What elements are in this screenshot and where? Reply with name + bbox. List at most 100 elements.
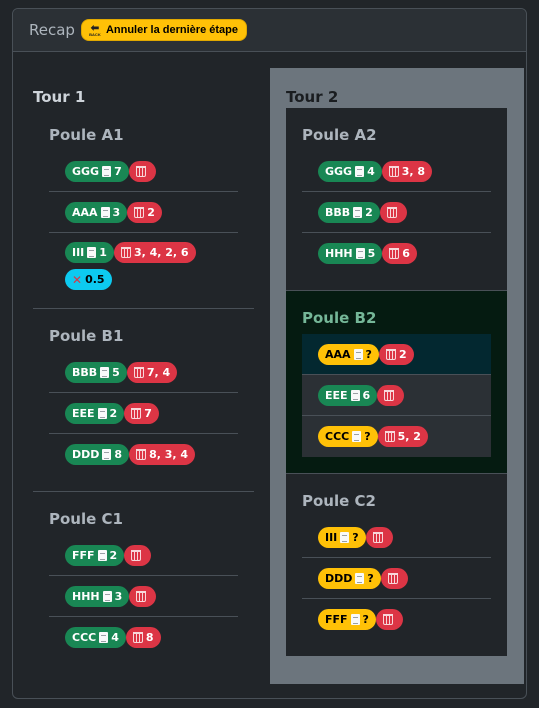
trash-bin-icon [133, 366, 144, 378]
sheet-icon [355, 165, 365, 177]
trash-badge [375, 609, 403, 630]
team-row[interactable]: BBB 5 7, 4 [49, 352, 238, 393]
sheet-icon [355, 572, 365, 584]
sheet-icon [353, 348, 363, 360]
team-badge: HHH 5 [318, 243, 383, 264]
trash-badge: 3, 4, 2, 6 [113, 242, 196, 263]
team-row[interactable]: III 1 3, 4, 2, 6 ✕ 0.5 [49, 233, 238, 292]
trash-badge [124, 544, 152, 566]
trash-badge: 7 [124, 402, 159, 424]
team-row[interactable]: HHH 5 6 [302, 233, 491, 274]
team-badge: FFF? [318, 609, 376, 630]
poule-title: Poule C2 [302, 492, 376, 510]
tour-2-column: Tour 2 Poule A2 GGG 4 3, 8 BBB 2 HHH 5 6 Po… [286, 86, 507, 656]
team-row[interactable]: GGG 4 3, 8 [302, 151, 491, 192]
trash-bin-icon [388, 165, 399, 177]
trash-badge: 8 [125, 627, 161, 648]
team-badge: CCC? [318, 426, 378, 447]
trash-badge [380, 567, 408, 589]
sheet-icon [353, 206, 363, 218]
team-row[interactable]: III? [302, 517, 491, 558]
poule-b2: Poule B2 AAA? 2 EEE 6 CCC? 5, 2 [286, 291, 507, 474]
trash-badge [377, 384, 405, 406]
team-row[interactable]: CCC? 5, 2 [302, 416, 491, 457]
poule-a1: Poule A1 GGG 7 AAA 3 2 III 1 3, 4, 2, 6 ✕ 0.… [33, 108, 254, 309]
trash-badge: 3, 8 [381, 160, 433, 182]
trash-badge: 8, 3, 4 [129, 444, 196, 465]
team-badge: III 1 [65, 242, 114, 263]
team-badge: HHH 3 [65, 585, 130, 607]
trash-bin-icon [135, 165, 146, 177]
team-row[interactable]: GGG 7 [49, 151, 238, 192]
trash-badge: 2 [127, 201, 162, 223]
team-row[interactable]: EEE 2 7 [49, 393, 238, 434]
trash-bin-icon [120, 247, 131, 258]
team-badge: GGG 7 [65, 160, 129, 182]
poule-title: Poule C1 [49, 510, 123, 528]
trash-bin-icon [385, 348, 396, 360]
trash-bin-icon [384, 431, 395, 442]
trash-badge: 2 [378, 343, 414, 365]
trash-bin-icon [387, 572, 398, 584]
team-badge: AAA? [318, 343, 379, 365]
trash-bin-icon [132, 632, 143, 643]
team-row[interactable]: FFF? [302, 599, 491, 640]
tour-2-body: Poule A2 GGG 4 3, 8 BBB 2 HHH 5 6 Poule B2 … [286, 108, 507, 656]
cross-icon: ✕ [72, 272, 83, 287]
team-badge: DDD? [318, 567, 381, 589]
trash-badge: 7, 4 [126, 361, 178, 383]
recap-title: Recap [29, 21, 75, 39]
sheet-icon [100, 366, 110, 378]
sheet-icon [350, 614, 360, 625]
team-row[interactable]: BBB 2 [302, 192, 491, 233]
tour-1-column: Tour 1 Poule A1 GGG 7 AAA 3 2 III 1 3, 4, 2… [33, 86, 254, 674]
sheet-icon [102, 590, 112, 602]
trash-bin-icon [131, 549, 142, 561]
team-row[interactable]: DDD 8 8, 3, 4 [49, 434, 238, 475]
trash-bin-icon [386, 206, 397, 218]
team-badge: BBB 5 [65, 361, 127, 383]
poule-title: Poule A1 [49, 126, 124, 144]
trash-bin-icon [372, 531, 383, 543]
sheet-icon [97, 549, 107, 561]
trash-bin-icon [131, 407, 142, 419]
team-row[interactable]: EEE 6 [302, 375, 491, 416]
poule-b1: Poule B1 BBB 5 7, 4 EEE 2 7 DDD 8 8, 3, 4 [33, 309, 254, 492]
tour-1-title: Tour 1 [33, 88, 86, 106]
team-row[interactable]: HHH 3 [49, 576, 238, 617]
tour-2-title: Tour 2 [286, 88, 339, 106]
poule-c2: Poule C2 III? DDD? FFF? [286, 474, 507, 656]
sheet-icon [100, 206, 110, 218]
sheet-icon [355, 248, 365, 259]
team-row[interactable]: FFF 2 [49, 535, 238, 576]
undo-last-step-button[interactable]: ⬅ BACK Annuler la dernière étape [80, 19, 247, 41]
team-badge: III? [318, 526, 366, 548]
trash-badge [365, 526, 393, 548]
team-badge: CCC 4 [65, 627, 126, 648]
sheet-icon [87, 247, 97, 258]
poule-title: Poule B1 [49, 327, 124, 345]
trash-badge [129, 585, 157, 607]
sheet-icon [340, 531, 350, 543]
team-row[interactable]: AAA 3 2 [49, 192, 238, 233]
sheet-icon [350, 389, 360, 401]
team-row[interactable]: DDD? [302, 558, 491, 599]
recap-header: Recap ⬅ BACK Annuler la dernière étape [13, 9, 526, 52]
team-row[interactable]: AAA? 2 [302, 334, 491, 375]
trash-bin-icon [136, 590, 147, 602]
trash-badge: 5, 2 [377, 426, 428, 447]
poule-a2: Poule A2 GGG 4 3, 8 BBB 2 HHH 5 6 [286, 108, 507, 291]
team-badge: EEE 6 [318, 384, 378, 406]
trash-bin-icon [384, 389, 395, 401]
back-arrow-icon: ⬅ BACK [89, 22, 101, 37]
team-badge: AAA 3 [65, 201, 128, 223]
poule-title: Poule A2 [302, 126, 377, 144]
team-badge: EEE 2 [65, 402, 125, 424]
trash-bin-icon [389, 248, 400, 259]
trash-bin-icon [382, 614, 393, 625]
trash-badge [379, 201, 407, 223]
team-badge: FFF 2 [65, 544, 125, 566]
penalty-badge: ✕ 0.5 [65, 269, 112, 291]
team-row[interactable]: CCC 4 8 [49, 617, 238, 658]
poule-c1: Poule C1 FFF 2 HHH 3 CCC 4 8 [33, 492, 254, 674]
